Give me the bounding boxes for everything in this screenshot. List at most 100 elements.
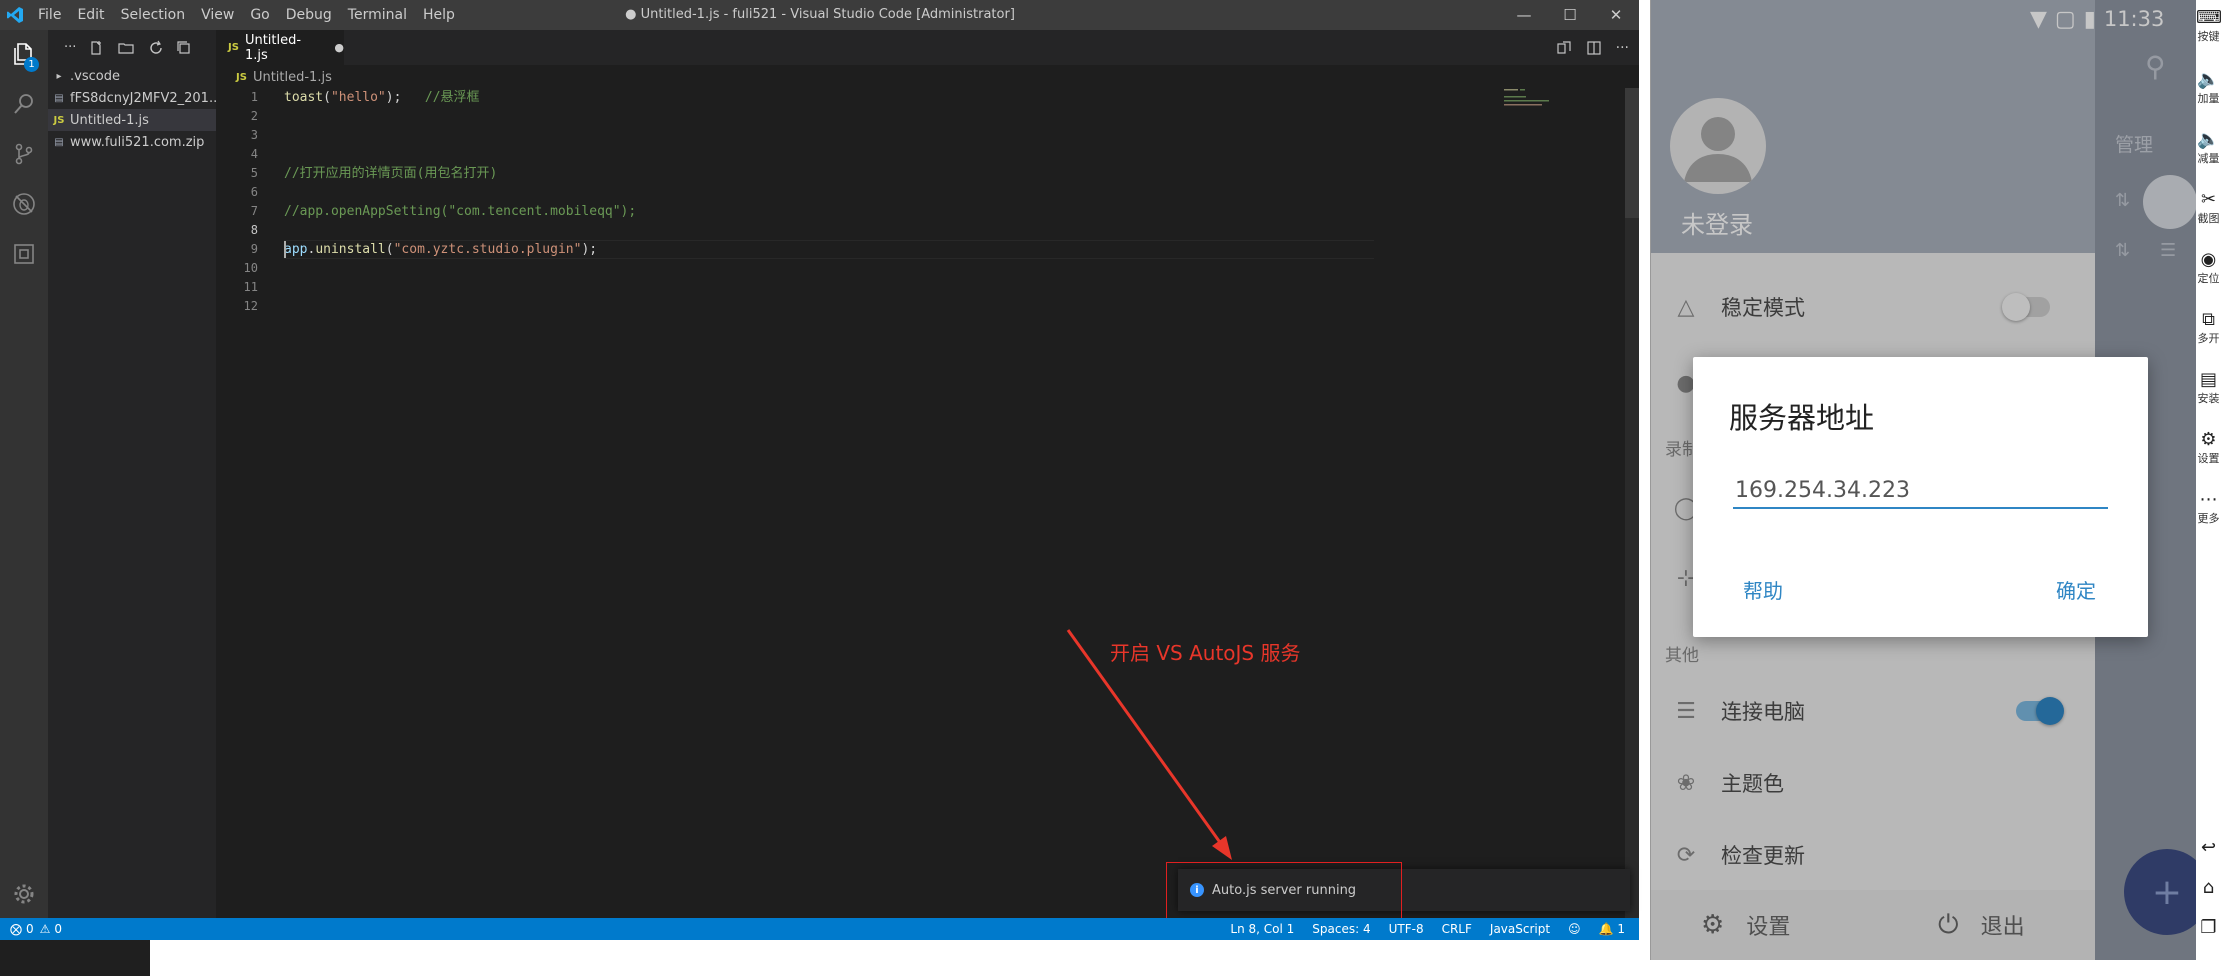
annotation-label: 开启 VS AutoJS 服务 bbox=[1110, 641, 1301, 665]
server-address-input[interactable] bbox=[1733, 473, 2108, 509]
js-file-icon: JS bbox=[53, 114, 65, 126]
explorer-toolbar: ... bbox=[48, 30, 216, 65]
new-file-icon[interactable] bbox=[88, 40, 104, 56]
line-number: 12 bbox=[243, 299, 258, 313]
toolbar-settings[interactable]: ⚙ 设置 bbox=[2196, 430, 2221, 466]
extensions-activity[interactable] bbox=[0, 230, 48, 278]
activity-bar: 1 bbox=[0, 30, 48, 918]
toolbar-label: 按键 bbox=[2197, 30, 2220, 43]
menu-help[interactable]: Help bbox=[415, 7, 463, 23]
tree-item-zip[interactable]: ▤ www.fuli521.com.zip bbox=[48, 131, 216, 153]
source-control-activity[interactable] bbox=[0, 130, 48, 178]
scrollbar-thumb[interactable] bbox=[1625, 88, 1639, 218]
debug-icon bbox=[13, 193, 35, 215]
search-activity[interactable] bbox=[0, 80, 48, 128]
split-editor-icon[interactable] bbox=[1586, 40, 1602, 56]
open-changes-icon[interactable] bbox=[1556, 40, 1572, 56]
code-token: toast bbox=[284, 90, 324, 105]
back-icon: ↩ bbox=[2200, 837, 2217, 858]
explorer-activity[interactable]: 1 bbox=[0, 30, 48, 78]
indentation[interactable]: Spaces: 4 bbox=[1312, 922, 1370, 936]
minimize-icon[interactable]: — bbox=[1501, 0, 1547, 30]
problems-status[interactable]: ⨂ 0 ⚠ 0 bbox=[10, 918, 62, 940]
window-controls: — ☐ ✕ bbox=[1501, 0, 1639, 30]
toolbar-keys[interactable]: ⌨ 按键 bbox=[2196, 8, 2221, 44]
file-icon: ▤ bbox=[54, 136, 64, 148]
menu-edit[interactable]: Edit bbox=[69, 7, 112, 23]
maximize-icon[interactable]: ☐ bbox=[1547, 0, 1593, 30]
language-mode[interactable]: JavaScript bbox=[1490, 922, 1550, 936]
menu-terminal[interactable]: Terminal bbox=[340, 7, 415, 23]
code-token: uninstall bbox=[315, 242, 386, 257]
warning-icon: ⚠ bbox=[39, 922, 51, 936]
tab-untitled-js[interactable]: JS Untitled-1.js ● bbox=[216, 30, 344, 65]
encoding[interactable]: UTF-8 bbox=[1389, 922, 1424, 936]
annotation-highlight-box bbox=[1166, 862, 1402, 919]
manage-activity[interactable] bbox=[0, 870, 48, 918]
code-line-1: toast("hello"); //悬浮框 bbox=[284, 88, 1484, 107]
menu-view[interactable]: View bbox=[193, 7, 242, 23]
toolbar-install[interactable]: ▤ 安装 bbox=[2196, 370, 2221, 406]
code-token: ); bbox=[581, 242, 598, 257]
toolbar-more[interactable]: ⋯ 更多 bbox=[2196, 490, 2221, 526]
new-folder-icon[interactable] bbox=[118, 40, 134, 56]
toolbar-label: 减量 bbox=[2197, 152, 2220, 165]
nav-recents-button[interactable]: ❐ bbox=[2196, 918, 2221, 938]
toolbar-location[interactable]: ◉ 定位 bbox=[2196, 250, 2221, 286]
breadcrumb-file[interactable]: Untitled-1.js bbox=[253, 70, 332, 85]
apk-icon: ▤ bbox=[2199, 369, 2217, 390]
menu-debug[interactable]: Debug bbox=[278, 7, 340, 23]
home-icon: ⌂ bbox=[2202, 877, 2215, 898]
debug-activity[interactable] bbox=[0, 180, 48, 228]
explorer-more-button[interactable]: ... bbox=[64, 36, 76, 51]
status-right: Ln 8, Col 1 Spaces: 4 UTF-8 CRLF JavaScr… bbox=[1230, 918, 1625, 940]
line-number: 11 bbox=[243, 280, 258, 294]
line-number: 2 bbox=[250, 109, 258, 123]
menu-selection[interactable]: Selection bbox=[113, 7, 194, 23]
nav-back-button[interactable]: ↩ bbox=[2196, 838, 2221, 858]
volume-up-icon: 🔈 bbox=[2197, 69, 2220, 90]
more-actions-icon[interactable]: ··· bbox=[1616, 40, 1629, 56]
toolbar-multi-open[interactable]: ⧉ 多开 bbox=[2196, 310, 2221, 346]
feedback-smiley-icon[interactable]: ☺ bbox=[1568, 922, 1581, 936]
code-comment: //悬浮框 bbox=[424, 90, 480, 105]
title-bar: File Edit Selection View Go Debug Termin… bbox=[0, 0, 1639, 30]
refresh-icon[interactable] bbox=[148, 40, 164, 56]
code-line-5: //打开应用的详情页面(用包名打开) bbox=[284, 164, 1484, 183]
tree-item-vscode-folder[interactable]: ▸ .vscode bbox=[48, 65, 216, 87]
dirty-dot-icon[interactable]: ● bbox=[334, 41, 344, 54]
toolbar-volume-up[interactable]: 🔈 加量 bbox=[2196, 70, 2221, 106]
screen-root: File Edit Selection View Go Debug Termin… bbox=[0, 0, 2221, 976]
tree-item-file[interactable]: ▤ fFS8dcnyJ2MFV2_201... bbox=[48, 87, 216, 109]
nav-home-button[interactable]: ⌂ bbox=[2196, 878, 2221, 898]
warning-count: 0 bbox=[54, 922, 63, 936]
tree-item-label: Untitled-1.js bbox=[70, 112, 149, 128]
editor-tab-bar: JS Untitled-1.js ● ··· bbox=[216, 30, 1639, 65]
notifications-status[interactable]: 🔔 1 bbox=[1599, 922, 1625, 936]
toolbar-volume-down[interactable]: 🔈 减量 bbox=[2196, 130, 2221, 166]
line-number: 4 bbox=[250, 147, 258, 161]
tree-item-untitled-js[interactable]: JS Untitled-1.js bbox=[48, 109, 216, 131]
server-address-dialog: 服务器地址 帮助 确定 bbox=[1693, 357, 2148, 637]
minimap[interactable] bbox=[1504, 88, 1584, 118]
line-number: 3 bbox=[250, 128, 258, 142]
bell-icon: 🔔 bbox=[1598, 922, 1614, 936]
menu-file[interactable]: File bbox=[30, 7, 69, 23]
toolbar-screenshot[interactable]: ✂ 截图 bbox=[2196, 190, 2221, 226]
code-editor[interactable]: toast("hello"); //悬浮框 //打开应用的详情页面(用包名打开)… bbox=[284, 88, 1484, 316]
collapse-all-icon[interactable] bbox=[176, 40, 192, 56]
help-button[interactable]: 帮助 bbox=[1743, 575, 1783, 604]
code-line-9: app.uninstall("com.yztc.studio.plugin"); bbox=[284, 240, 1484, 259]
end-of-line[interactable]: CRLF bbox=[1442, 922, 1472, 936]
ok-button[interactable]: 确定 bbox=[2056, 575, 2096, 604]
taskbar-fragment bbox=[0, 940, 150, 976]
close-icon[interactable]: ✕ bbox=[1593, 0, 1639, 30]
tab-label: Untitled-1.js bbox=[244, 32, 302, 63]
tree-item-label: .vscode bbox=[70, 68, 120, 84]
recents-icon: ❐ bbox=[2200, 917, 2217, 938]
cursor-position[interactable]: Ln 8, Col 1 bbox=[1230, 922, 1294, 936]
location-pin-icon: ◉ bbox=[2200, 249, 2217, 270]
menu-go[interactable]: Go bbox=[242, 7, 277, 23]
